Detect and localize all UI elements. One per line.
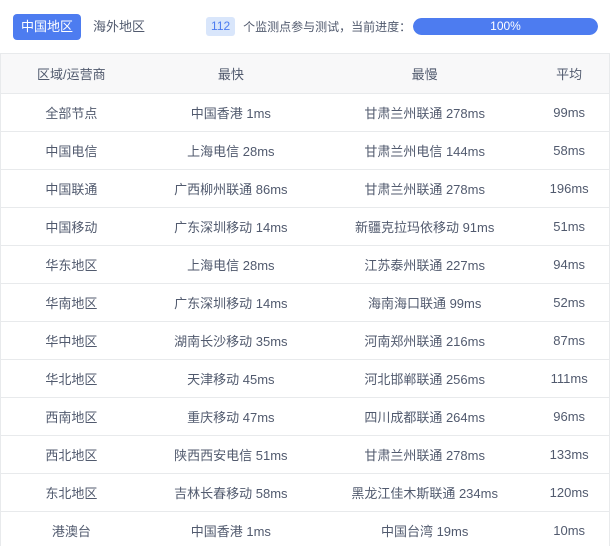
cell-slowest: 中国台湾 19ms [320,511,530,546]
table-row: 华南地区 广东深圳移动 14ms 海南海口联通 99ms 52ms [0,283,610,322]
cell-fastest: 上海电信 28ms [141,131,320,170]
cell-fastest: 上海电信 28ms [141,245,320,284]
table-row: 西北地区 陕西西安电信 51ms 甘肃兰州联通 278ms 133ms [0,435,610,474]
cell-average: 196ms [529,169,610,208]
cell-slowest: 甘肃兰州联通 278ms [320,435,530,474]
table-body: 全部节点 中国香港 1ms 甘肃兰州联通 278ms 99ms 中国电信 上海电信 28m… [0,93,610,546]
cell-region: 华中地区 [0,321,142,360]
cell-average: 120ms [529,473,610,512]
table-header: 区域/运营商 最快 最慢 平均 [0,53,610,94]
cell-average: 58ms [529,131,610,170]
tab-china-region[interactable]: 中国地区 [13,13,82,40]
cell-average: 111ms [529,359,610,398]
cell-fastest: 中国香港 1ms [141,511,320,546]
cell-region: 中国电信 [0,131,142,170]
cell-slowest: 河北邯郸联通 256ms [320,359,530,398]
cell-average: 94ms [529,245,610,284]
column-header-fastest: 最快 [141,53,320,94]
progress-bar: 100% [413,18,598,35]
table-row: 华中地区 湖南长沙移动 35ms 河南郑州联通 216ms 87ms [0,321,610,360]
table-row: 港澳台 中国香港 1ms 中国台湾 19ms 10ms [0,511,610,546]
cell-region: 港澳台 [0,511,142,546]
cell-slowest: 黑龙江佳木斯联通 234ms [320,473,530,512]
cell-region: 东北地区 [0,473,142,512]
column-header-region: 区域/运营商 [0,53,142,94]
cell-fastest: 中国香港 1ms [141,93,320,132]
cell-average: 96ms [529,397,610,436]
cell-slowest: 新疆克拉玛依移动 91ms [320,207,530,246]
cell-average: 99ms [529,93,610,132]
cell-fastest: 湖南长沙移动 35ms [141,321,320,360]
table-row: 东北地区 吉林长春移动 58ms 黑龙江佳木斯联通 234ms 120ms [0,473,610,512]
cell-region: 华南地区 [0,283,142,322]
cell-average: 87ms [529,321,610,360]
cell-fastest: 天津移动 45ms [141,359,320,398]
cell-fastest: 吉林长春移动 58ms [141,473,320,512]
cell-region: 华东地区 [0,245,142,284]
cell-slowest: 甘肃兰州电信 144ms [320,131,530,170]
cell-slowest: 河南郑州联通 216ms [320,321,530,360]
cell-fastest: 广西柳州联通 86ms [141,169,320,208]
progress-fill: 100% [413,18,598,35]
cell-slowest: 江苏泰州联通 227ms [320,245,530,284]
cell-fastest: 重庆移动 47ms [141,397,320,436]
table-row: 华北地区 天津移动 45ms 河北邯郸联通 256ms 111ms [0,359,610,398]
result-table: 区域/运营商 最快 最慢 平均 全部节点 中国香港 1ms 甘肃兰州联通 278ms… [0,53,610,546]
status-text: 个监测点参与测试，当前进度： [243,20,412,34]
cell-region: 中国联通 [0,169,142,208]
cell-average: 51ms [529,207,610,246]
column-header-average: 平均 [529,53,610,94]
table-row: 华东地区 上海电信 28ms 江苏泰州联通 227ms 94ms [0,245,610,284]
cell-average: 133ms [529,435,610,474]
cell-average: 10ms [529,511,610,546]
table-row: 中国电信 上海电信 28ms 甘肃兰州电信 144ms 58ms [0,131,610,170]
cell-region: 中国移动 [0,207,142,246]
column-header-slowest: 最慢 [320,53,530,94]
cell-region: 西北地区 [0,435,142,474]
cell-average: 52ms [529,283,610,322]
table-row: 中国联通 广西柳州联通 86ms 甘肃兰州联通 278ms 196ms [0,169,610,208]
table-row: 中国移动 广东深圳移动 14ms 新疆克拉玛依移动 91ms 51ms [0,207,610,246]
cell-slowest: 海南海口联通 99ms [320,283,530,322]
speedtest-panel: 中国地区 海外地区 112 个监测点参与测试，当前进度： 100% 区域/运营商… [0,0,610,546]
cell-region: 华北地区 [0,359,142,398]
cell-fastest: 广东深圳移动 14ms [141,207,320,246]
table-row: 西南地区 重庆移动 47ms 四川成都联通 264ms 96ms [0,397,610,436]
tab-overseas-region[interactable]: 海外地区 [93,14,145,40]
cell-region: 全部节点 [0,93,142,132]
cell-slowest: 甘肃兰州联通 278ms [320,169,530,208]
cell-slowest: 甘肃兰州联通 278ms [320,93,530,132]
cell-region: 西南地区 [0,397,142,436]
cell-fastest: 陕西西安电信 51ms [141,435,320,474]
table-row: 全部节点 中国香港 1ms 甘肃兰州联通 278ms 99ms [0,93,610,132]
monitor-count-badge: 112 [206,17,236,36]
topbar: 中国地区 海外地区 112 个监测点参与测试，当前进度： 100% [0,0,610,53]
cell-fastest: 广东深圳移动 14ms [141,283,320,322]
cell-slowest: 四川成都联通 264ms [320,397,530,436]
